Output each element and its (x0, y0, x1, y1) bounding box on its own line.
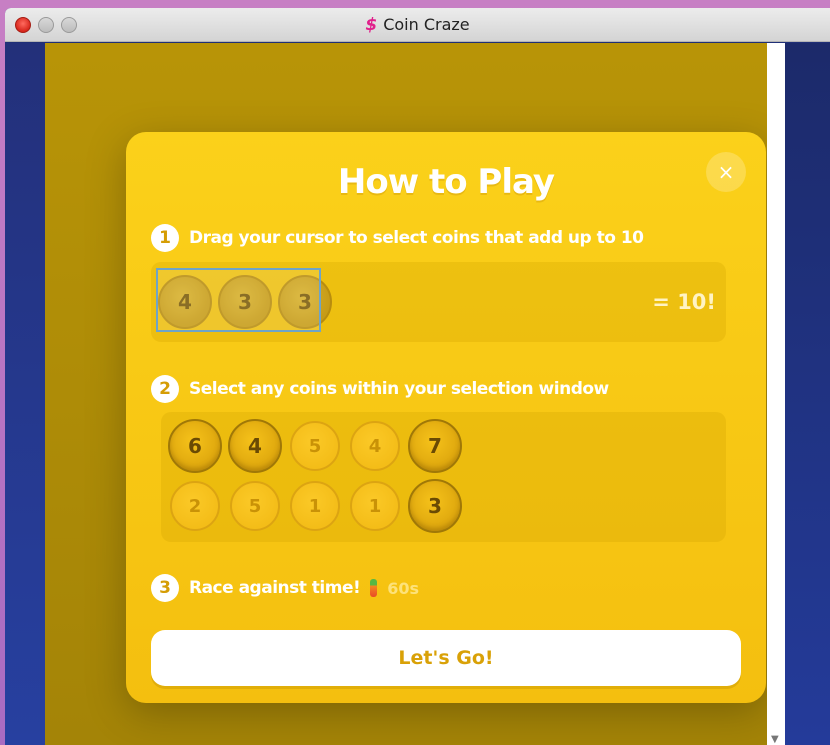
step-text: Race against time! (189, 578, 361, 598)
step-1: 1 Drag your cursor to select coins that … (151, 224, 644, 252)
coin: 2 (170, 481, 220, 531)
window-title: Coin Craze (383, 15, 470, 34)
demo-sum-box: 4 3 3 = 10! (151, 262, 726, 342)
scrollbar[interactable]: ▼ (767, 43, 785, 745)
demo-window-box: 6 4 5 4 7 2 5 1 1 3 (161, 412, 726, 542)
coin: 1 (350, 481, 400, 531)
step-3: 3 Race against time! 60s (151, 574, 419, 602)
coin-selected: 4 (228, 419, 282, 473)
close-window-button[interactable] (15, 17, 31, 33)
sum-result: = 10! (652, 290, 716, 314)
background-right (785, 43, 830, 745)
minimize-window-button[interactable] (38, 17, 54, 33)
window-controls (15, 17, 77, 33)
title-bar: $ Coin Craze (5, 8, 830, 42)
window-title-group: $ Coin Craze (365, 15, 469, 35)
coin-selected: 7 (408, 419, 462, 473)
timer-icon (370, 579, 378, 597)
lets-go-button[interactable]: Let's Go! (151, 630, 741, 686)
background-left (5, 43, 45, 745)
step-text: Select any coins within your selection w… (189, 379, 609, 399)
how-to-play-modal: How to Play × 1 Drag your cursor to sele… (126, 132, 766, 703)
coin-selected: 3 (408, 479, 462, 533)
selection-rectangle (156, 268, 321, 332)
coin: 1 (290, 481, 340, 531)
step-2: 2 Select any coins within your selection… (151, 375, 609, 403)
coin: 4 (350, 421, 400, 471)
coin: 5 (230, 481, 280, 531)
step-number: 1 (151, 224, 179, 252)
dollar-icon: $ (365, 14, 378, 35)
timer-value: 60s (387, 578, 420, 598)
step-number: 2 (151, 375, 179, 403)
modal-title: How to Play (337, 162, 555, 202)
close-icon: × (717, 160, 735, 184)
close-modal-button[interactable]: × (706, 152, 746, 192)
app-window: $ Coin Craze How to Play × 1 Drag your c… (5, 8, 830, 745)
game-area: How to Play × 1 Drag your cursor to sele… (45, 43, 767, 745)
step-text: Drag your cursor to select coins that ad… (189, 228, 644, 248)
scroll-down-icon[interactable]: ▼ (771, 734, 779, 745)
step-number: 3 (151, 574, 179, 602)
coin: 5 (290, 421, 340, 471)
coin-selected: 6 (168, 419, 222, 473)
zoom-window-button[interactable] (61, 17, 77, 33)
